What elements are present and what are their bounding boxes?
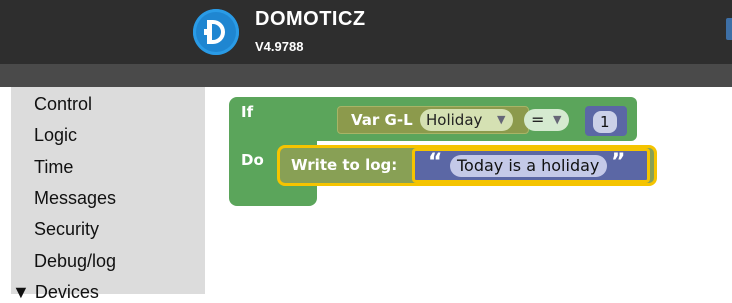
header-band	[0, 64, 732, 87]
chevron-down-icon[interactable]: ▼	[553, 113, 561, 126]
toolbox-item-debug-log[interactable]: Debug/log	[34, 251, 116, 272]
app-header: DOMOTICZ V4.9788	[0, 0, 732, 64]
toolbox-item-devices[interactable]: ▼ Devices	[12, 282, 99, 303]
close-quote-icon: ”	[611, 150, 626, 175]
variable-block-label: Var G-L	[351, 111, 413, 129]
chevron-down-icon[interactable]: ▼	[497, 113, 505, 126]
variable-dropdown-value: Holiday	[426, 111, 483, 129]
toolbox-item-time[interactable]: Time	[34, 157, 73, 178]
text-field-value: Today is a holiday	[457, 156, 600, 175]
toolbox-item-messages[interactable]: Messages	[34, 188, 116, 209]
logo-dot	[204, 29, 210, 35]
open-quote-icon: “	[428, 150, 443, 175]
blockly-toolbox: Control Logic Time Messages Security Deb…	[11, 87, 205, 302]
operator-dropdown-value: =	[531, 110, 545, 129]
if-label: If	[241, 103, 254, 121]
toolbox-item-logic[interactable]: Logic	[34, 125, 77, 146]
app-version: V4.9788	[255, 39, 304, 54]
toolbox-item-control[interactable]: Control	[34, 94, 92, 115]
app-title: DOMOTICZ	[255, 8, 366, 30]
domoticz-logo[interactable]	[193, 9, 239, 55]
write-to-log-label: Write to log:	[291, 156, 398, 174]
toolbox-item-security[interactable]: Security	[34, 219, 99, 240]
do-label: Do	[241, 151, 264, 169]
header-edge-widget[interactable]	[726, 18, 732, 40]
number-value: 1	[600, 113, 610, 131]
